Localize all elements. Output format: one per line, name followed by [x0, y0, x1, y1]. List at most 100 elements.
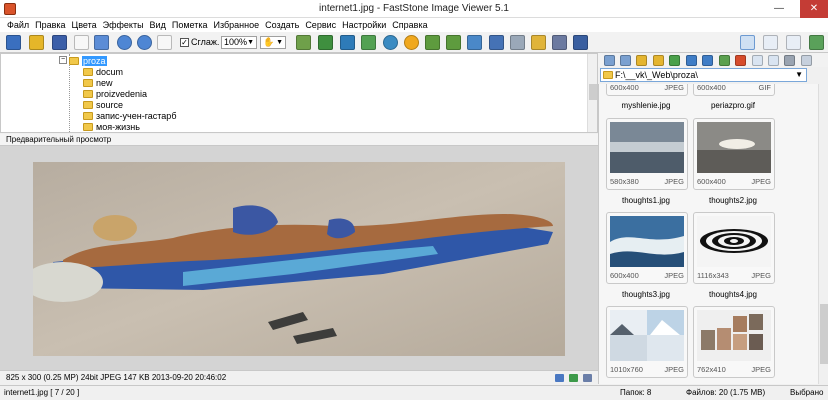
tree-item-proizvedenia[interactable]: proizvedenia [83, 88, 147, 99]
tree-item-source[interactable]: source [83, 99, 123, 110]
details-view-icon[interactable] [801, 55, 812, 66]
zoom-in-icon[interactable] [117, 35, 132, 50]
rotate-left-icon[interactable] [425, 35, 440, 50]
tree-scrollbar[interactable] [587, 54, 597, 132]
camera-icon[interactable] [6, 35, 21, 50]
path-field[interactable]: F:\__vk\_Web\proza\ ▼ [600, 68, 807, 82]
thumbnail-card[interactable]: 600x400 GIF [693, 84, 775, 96]
crop-icon[interactable] [340, 35, 355, 50]
scrollbar-thumb[interactable] [820, 304, 828, 364]
slideshow-icon[interactable] [573, 35, 588, 50]
zoom-select[interactable]: 100% ▼ [221, 36, 257, 49]
layout-1-icon[interactable] [740, 35, 755, 50]
menu-file[interactable]: Файл [4, 18, 32, 32]
browser-toolbar [598, 53, 828, 67]
thumbnail-name[interactable]: thoughts2.jpg [683, 196, 783, 205]
chevron-down-icon[interactable]: ▼ [795, 69, 803, 81]
filter-icon[interactable] [784, 55, 795, 66]
grid-icon[interactable] [361, 35, 376, 50]
menu-favorites[interactable]: Избранное [210, 18, 262, 32]
thumbnail-name[interactable]: thoughts4.jpg [683, 290, 783, 299]
favorites-icon[interactable] [653, 55, 664, 66]
layout-3-icon[interactable] [786, 35, 801, 50]
rotate-icon[interactable] [296, 35, 311, 50]
menu-help[interactable]: Справка [389, 18, 430, 32]
layout-fullscreen-icon[interactable] [809, 35, 824, 50]
thumbnail-image [610, 122, 684, 173]
email-icon[interactable] [531, 35, 546, 50]
thumbnail-card[interactable]: 600x400 JPEG [606, 84, 688, 96]
actual-size-status-icon[interactable] [555, 374, 564, 382]
thumbnail-card[interactable]: 1010x760 JPEG [606, 306, 688, 378]
layout-2-icon[interactable] [763, 35, 778, 50]
thumbnails-view-icon[interactable] [752, 55, 763, 66]
menu-effects[interactable]: Эффекты [100, 18, 147, 32]
thumbnail-dimensions: 762x410 [697, 365, 726, 374]
resize-icon[interactable] [318, 35, 333, 50]
sort-icon[interactable] [768, 55, 779, 66]
preview-image[interactable] [33, 162, 565, 356]
tag-icon[interactable] [719, 55, 730, 66]
gear-icon[interactable] [404, 35, 419, 50]
thumbnail-dimensions: 600x400 [610, 84, 639, 92]
compare-icon[interactable] [489, 35, 504, 50]
tree-item-proza[interactable]: proza [69, 55, 107, 66]
thumbnail-browser[interactable]: 600x400 JPEG myshlenie.jpg 600x400 GIF per… [598, 84, 828, 384]
tree-item-docum[interactable]: docum [83, 66, 123, 77]
menu-tag[interactable]: Пометка [169, 18, 211, 32]
thumbnail-name[interactable]: thoughts3.jpg [599, 290, 696, 299]
move-icon[interactable] [702, 55, 713, 66]
folder-tree[interactable]: − proza docum new proizvedenia source за… [0, 53, 598, 133]
tree-item-zapis[interactable]: запис-учен-гастарб [83, 110, 176, 121]
menu-bar: Файл Правка Цвета Эффекты Вид Пометка Из… [0, 18, 828, 32]
folder-up-icon[interactable] [636, 55, 647, 66]
smooth-checkbox[interactable]: ✓ [180, 38, 189, 47]
thumbnail-format: JPEG [664, 177, 684, 186]
thumbnail-name[interactable]: myshlenie.jpg [599, 101, 696, 110]
close-button[interactable]: ✕ [800, 0, 828, 18]
thumbnail-image [697, 122, 771, 173]
fullscreen-status-icon[interactable] [583, 374, 592, 382]
page-icon[interactable] [74, 35, 89, 50]
thumbnail-card[interactable]: 580x380 JPEG [606, 118, 688, 190]
zoom-value: 100% [224, 37, 248, 47]
draw-icon[interactable] [510, 35, 525, 50]
minimize-button[interactable]: — [768, 0, 790, 18]
thumbnail-card[interactable]: 1116x343 JPEG [693, 212, 775, 284]
back-icon[interactable] [604, 55, 615, 66]
thumbnail-name[interactable]: periazpro.gif [683, 101, 783, 110]
menu-create[interactable]: Создать [262, 18, 302, 32]
tree-item-new[interactable]: new [83, 77, 113, 88]
thumbnail-card[interactable]: 600x400 JPEG [606, 212, 688, 284]
print-icon[interactable] [552, 35, 567, 50]
hand-tool-select[interactable]: ✋ ▼ [260, 36, 286, 49]
menu-colors[interactable]: Цвета [69, 18, 100, 32]
copy-icon[interactable] [686, 55, 697, 66]
scrollbar-thumb[interactable] [589, 84, 597, 100]
refresh-icon[interactable] [669, 55, 680, 66]
adjust-icon[interactable] [467, 35, 482, 50]
thumbnail-format: JPEG [751, 365, 771, 374]
collapse-icon[interactable]: − [59, 56, 67, 64]
tree-item-moya-zhizn[interactable]: моя-жизнь [83, 121, 140, 132]
thumbnail-scrollbar[interactable] [818, 84, 828, 384]
menu-view[interactable]: Вид [147, 18, 169, 32]
thumbnail-card[interactable]: 600x400 JPEG [693, 118, 775, 190]
menu-tools[interactable]: Сервис [302, 18, 339, 32]
menu-settings[interactable]: Настройки [339, 18, 389, 32]
thumbnail-card[interactable]: 762x410 JPEG [693, 306, 775, 378]
preview-pane[interactable] [0, 146, 598, 370]
zoom-out-icon[interactable] [137, 35, 152, 50]
delete-icon[interactable] [735, 55, 746, 66]
actual-size-icon[interactable] [157, 35, 172, 50]
thumbnail-dimensions: 600x400 [697, 177, 726, 186]
thumbnail-name[interactable]: thoughts1.jpg [599, 196, 696, 205]
fullscreen-icon[interactable] [94, 35, 109, 50]
fit-status-icon[interactable] [569, 374, 578, 382]
open-folder-icon[interactable] [29, 35, 44, 50]
rotate-right-icon[interactable] [446, 35, 461, 50]
menu-edit[interactable]: Правка [32, 18, 68, 32]
forward-icon[interactable] [620, 55, 631, 66]
person-icon[interactable] [383, 35, 398, 50]
save-icon[interactable] [52, 35, 67, 50]
